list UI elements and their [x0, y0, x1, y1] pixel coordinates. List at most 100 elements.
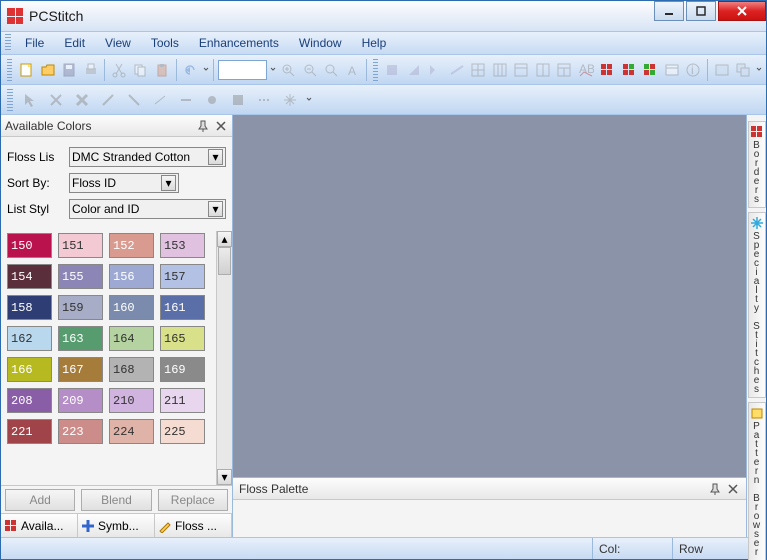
- tab-floss[interactable]: Floss ...: [155, 514, 232, 537]
- toolbar-grip-3[interactable]: [7, 89, 13, 111]
- swatch-151[interactable]: 151: [58, 233, 103, 258]
- save-button[interactable]: [59, 59, 79, 81]
- swatch-209[interactable]: 209: [58, 388, 103, 413]
- zoom-in-button[interactable]: [278, 59, 298, 81]
- swatch-160[interactable]: 160: [109, 295, 154, 320]
- swatch-158[interactable]: 158: [7, 295, 52, 320]
- pointer-tool[interactable]: [19, 89, 41, 111]
- close-icon[interactable]: [726, 482, 740, 496]
- maximize-button[interactable]: [686, 1, 716, 21]
- tab-symbols[interactable]: Symb...: [78, 514, 155, 537]
- scroll-up-icon[interactable]: ▴: [217, 231, 232, 247]
- scroll-down-icon[interactable]: ▾: [217, 469, 232, 485]
- cut-button[interactable]: [109, 59, 129, 81]
- swatch-224[interactable]: 224: [109, 419, 154, 444]
- swatch-223[interactable]: 223: [58, 419, 103, 444]
- undo-button[interactable]: [181, 59, 201, 81]
- add-button[interactable]: Add: [5, 489, 75, 511]
- library-mix-button[interactable]: [641, 59, 661, 81]
- library-green-button[interactable]: [619, 59, 639, 81]
- swatch-162[interactable]: 162: [7, 326, 52, 351]
- swatch-169[interactable]: 169: [160, 357, 205, 382]
- info-button[interactable]: i: [684, 59, 704, 81]
- text-button[interactable]: A: [343, 59, 363, 81]
- backstitch-button[interactable]: [447, 59, 467, 81]
- stitch-quarter-button[interactable]: [426, 59, 446, 81]
- menu-file[interactable]: File: [15, 33, 54, 53]
- swatch-167[interactable]: 167: [58, 357, 103, 382]
- tab-available[interactable]: Availa...: [1, 514, 78, 537]
- dash-tool[interactable]: [253, 89, 275, 111]
- swatch-211[interactable]: 211: [160, 388, 205, 413]
- cross-bold-tool[interactable]: [71, 89, 93, 111]
- new-button[interactable]: [16, 59, 36, 81]
- print-button[interactable]: [81, 59, 101, 81]
- star-tool[interactable]: [279, 89, 301, 111]
- replace-button[interactable]: Replace: [158, 489, 228, 511]
- menubar-grip[interactable]: [5, 34, 11, 52]
- paste-button[interactable]: [152, 59, 172, 81]
- layout1-button[interactable]: [512, 59, 532, 81]
- swatch-225[interactable]: 225: [160, 419, 205, 444]
- zoom-fit-button[interactable]: [321, 59, 341, 81]
- cross-tool[interactable]: [45, 89, 67, 111]
- layout3-button[interactable]: [555, 59, 575, 81]
- menu-tools[interactable]: Tools: [141, 33, 189, 53]
- swatch-221[interactable]: 221: [7, 419, 52, 444]
- window-button[interactable]: [712, 59, 732, 81]
- swatch-152[interactable]: 152: [109, 233, 154, 258]
- close-button[interactable]: [718, 1, 766, 21]
- menu-window[interactable]: Window: [289, 33, 352, 53]
- dot-tool[interactable]: [201, 89, 223, 111]
- zoom-out-button[interactable]: [300, 59, 320, 81]
- tab-borders[interactable]: Borders: [748, 121, 766, 208]
- swatch-155[interactable]: 155: [58, 264, 103, 289]
- menu-enhancements[interactable]: Enhancements: [189, 33, 289, 53]
- stitch-half-button[interactable]: [404, 59, 424, 81]
- blend-button[interactable]: Blend: [81, 489, 151, 511]
- toolbar-grip-2[interactable]: [373, 59, 378, 81]
- grid2-button[interactable]: [490, 59, 510, 81]
- window-cascade-button[interactable]: [734, 59, 754, 81]
- grid1-button[interactable]: [469, 59, 489, 81]
- toolbar-grip-1[interactable]: [7, 59, 12, 81]
- diag2-tool[interactable]: [123, 89, 145, 111]
- swatch-159[interactable]: 159: [58, 295, 103, 320]
- properties-button[interactable]: [662, 59, 682, 81]
- swatch-168[interactable]: 168: [109, 357, 154, 382]
- swatch-208[interactable]: 208: [7, 388, 52, 413]
- tab-pattern-browser[interactable]: Pattern Browser: [748, 402, 766, 560]
- zoom-input[interactable]: [218, 60, 267, 80]
- menu-help[interactable]: Help: [352, 33, 397, 53]
- swatch-154[interactable]: 154: [7, 264, 52, 289]
- swatch-150[interactable]: 150: [7, 233, 52, 258]
- menu-edit[interactable]: Edit: [54, 33, 95, 53]
- copy-button[interactable]: [131, 59, 151, 81]
- line2-tool[interactable]: [175, 89, 197, 111]
- swatch-164[interactable]: 164: [109, 326, 154, 351]
- swatch-156[interactable]: 156: [109, 264, 154, 289]
- sort-by-select[interactable]: Floss ID▾: [69, 173, 179, 193]
- diag1-tool[interactable]: [97, 89, 119, 111]
- square-tool[interactable]: [227, 89, 249, 111]
- minimize-button[interactable]: [654, 1, 684, 21]
- spellcheck-button[interactable]: ABC: [576, 59, 596, 81]
- list-style-select[interactable]: Color and ID▾: [69, 199, 226, 219]
- swatch-166[interactable]: 166: [7, 357, 52, 382]
- library-red-button[interactable]: [598, 59, 618, 81]
- floss-list-select[interactable]: DMC Stranded Cotton▾: [69, 147, 226, 167]
- swatch-165[interactable]: 165: [160, 326, 205, 351]
- swatch-210[interactable]: 210: [109, 388, 154, 413]
- pin-icon[interactable]: [708, 482, 722, 496]
- stitch-full-button[interactable]: [382, 59, 402, 81]
- swatch-153[interactable]: 153: [160, 233, 205, 258]
- design-canvas[interactable]: [233, 115, 746, 477]
- pin-icon[interactable]: [196, 119, 210, 133]
- close-icon[interactable]: [214, 119, 228, 133]
- swatch-163[interactable]: 163: [58, 326, 103, 351]
- tab-specialty-stitches[interactable]: Specialty Stitches: [748, 212, 766, 398]
- open-button[interactable]: [38, 59, 58, 81]
- line-tool[interactable]: [149, 89, 171, 111]
- swatch-157[interactable]: 157: [160, 264, 205, 289]
- swatch-scrollbar[interactable]: ▴ ▾: [216, 231, 232, 485]
